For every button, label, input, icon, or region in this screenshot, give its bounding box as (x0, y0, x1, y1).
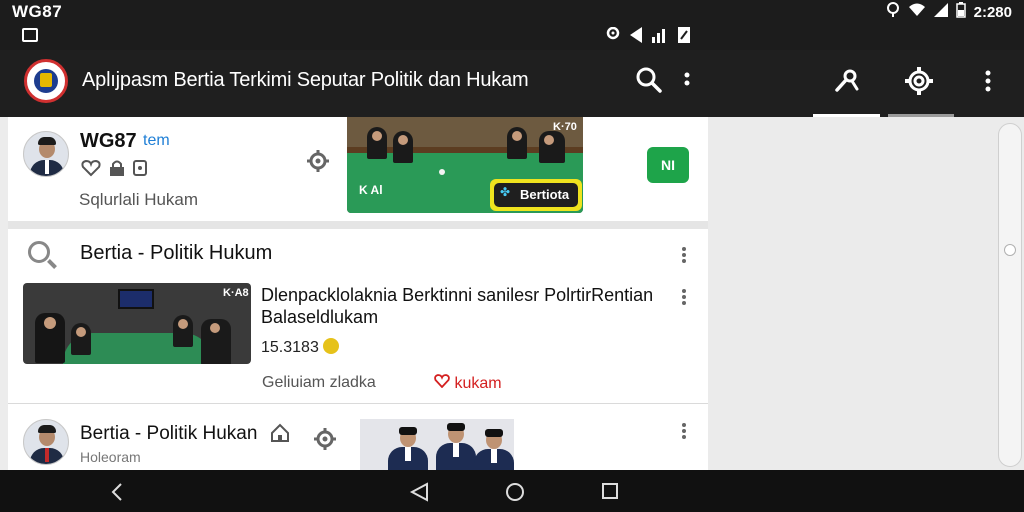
status-icons: 2:280 (886, 2, 1012, 22)
location-icon (886, 2, 900, 22)
avatar-hair (38, 137, 56, 145)
article-time: 15.3183 (261, 339, 319, 356)
bookmark-icon[interactable] (133, 159, 147, 182)
card-action-button[interactable]: NI (647, 147, 689, 183)
thumb-corner-label: K·70 (553, 121, 577, 133)
avatar-tie (45, 448, 49, 462)
article-category-label: kukam (454, 375, 502, 392)
nfc-icon (678, 27, 690, 47)
status-time: 2:280 (973, 3, 1012, 21)
home-icon[interactable] (270, 423, 290, 448)
recents-icon[interactable] (601, 482, 621, 502)
article-source[interactable]: Geliuiam zladka (262, 374, 376, 392)
thumb-screen (118, 289, 154, 309)
settings-icon[interactable] (904, 66, 936, 98)
divider (8, 403, 708, 404)
thumb-overlay-label: K Al (359, 183, 383, 197)
search-icon[interactable] (635, 66, 667, 98)
thumb-person (393, 131, 413, 163)
card-title: Bertia - Politik Hukan (80, 423, 258, 444)
article-category[interactable]: kukam (434, 374, 502, 393)
thumb-person (539, 131, 565, 163)
search-category-icon[interactable] (28, 241, 50, 263)
camera-icon (22, 28, 38, 42)
status-bar: WG87 2:280 (0, 0, 1024, 24)
avatar-hair (38, 425, 56, 433)
location-pin-icon (606, 26, 620, 47)
section-more-icon[interactable] (680, 245, 688, 265)
article-headline[interactable]: Dlenpacklolaknia Berktinni sanilesr Polr… (261, 285, 653, 306)
app-logo[interactable] (24, 59, 68, 103)
card-settings-icon[interactable] (306, 149, 330, 178)
thumb-person (474, 429, 514, 470)
card-thumbnail[interactable] (360, 419, 514, 470)
system-nav-bar (0, 470, 1024, 512)
article-timestamp: 15.3183 (261, 338, 339, 357)
heart-icon[interactable] (81, 159, 101, 182)
notification-row (0, 24, 1024, 50)
avatar-shirt (45, 160, 49, 174)
article-more-icon[interactable] (680, 287, 688, 307)
notification-icons (606, 26, 690, 47)
app-screen: WG87 2:280 Aplıjpasm Bertia Terkimi Sepu… (0, 0, 1024, 512)
card-thumbnail[interactable]: K·70 K Al Bertiota ✤ (347, 117, 583, 213)
signal-bars-icon (652, 27, 668, 47)
overflow-icon[interactable] (983, 66, 1015, 98)
thumb-person (71, 323, 91, 355)
back-icon[interactable] (108, 482, 128, 502)
detail-pane (708, 117, 1024, 470)
card-tag: tem (143, 132, 170, 149)
card-settings-icon[interactable] (313, 427, 337, 456)
card-subtitle: Holeoram (80, 449, 141, 465)
news-section: Bertia - Politik Hukum K·A8 Dlenpacklola… (8, 229, 708, 403)
article-headline-cont[interactable]: Balaseldlukam (261, 307, 378, 328)
thumb-person (367, 127, 387, 159)
thumb-ball (439, 169, 445, 175)
thumb-person (201, 319, 231, 364)
news-feed[interactable]: WG87 tem Sqlurlali Hukam K·70 K Al Berti… (8, 117, 708, 470)
battery-icon (955, 2, 966, 22)
card-more-icon[interactable] (680, 421, 688, 441)
back-triangle-icon[interactable] (409, 482, 429, 502)
section-header: Bertia - Politik Hukum (80, 242, 273, 264)
logo-shield (40, 73, 52, 87)
source-badge-icon: ✤ (500, 185, 511, 199)
lock-icon[interactable] (109, 159, 125, 182)
signal-icon (933, 3, 948, 21)
article-thumbnail[interactable]: K·A8 (23, 283, 251, 364)
more-vert-icon[interactable] (682, 66, 714, 98)
verified-icon (322, 338, 339, 354)
card-subtitle: Sqlurlali Hukam (79, 190, 199, 209)
source-badge[interactable]: Bertiota ✤ (490, 179, 582, 211)
scrollbar[interactable] (998, 123, 1022, 467)
feed-card[interactable]: WG87 tem Sqlurlali Hukam K·70 K Al Berti… (8, 117, 708, 221)
app-bar: Aplıjpasm Bertia Terkimi Seputar Politik… (0, 50, 1024, 117)
thumb-person (436, 423, 476, 470)
home-circle-icon[interactable] (505, 482, 525, 502)
page-title: Aplıjpasm Bertia Terkimi Seputar Politik… (82, 69, 529, 91)
thumb-person (35, 313, 65, 363)
thumb-person (507, 127, 527, 159)
thumb-corner-label: K·A8 (223, 287, 249, 299)
pen-icon[interactable] (832, 66, 864, 98)
wifi-icon (908, 3, 926, 21)
thumb-person (388, 427, 428, 470)
avatar[interactable] (23, 419, 69, 465)
card-author: WG87 (80, 130, 137, 152)
nav-arrow-icon (630, 27, 642, 47)
scroll-thumb[interactable] (1004, 244, 1016, 256)
thumb-person (173, 315, 193, 347)
avatar[interactable] (23, 131, 69, 177)
feed-card[interactable]: Bertia - Politik Hukan Holeoram (8, 411, 708, 470)
status-label: WG87 (12, 2, 63, 21)
heart-outline-icon (434, 374, 450, 389)
divider (8, 221, 708, 229)
card-reactions (81, 159, 147, 182)
